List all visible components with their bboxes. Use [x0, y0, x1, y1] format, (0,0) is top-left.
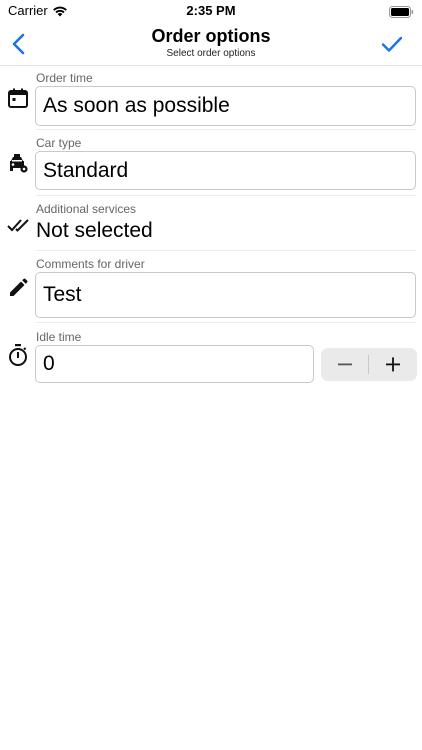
battery-icon: [389, 5, 414, 18]
plus-icon: [386, 357, 400, 372]
page-title: Order options: [151, 26, 271, 46]
navigation-bar: Order options Select order options: [0, 22, 422, 66]
order-time-row: Order time As soon as possible: [0, 66, 422, 130]
status-bar: Carrier 2:35 PM: [0, 0, 422, 22]
car-type-row: Car type Standard: [0, 130, 422, 196]
car-type-value: Standard: [43, 158, 129, 182]
additional-services-value: Not selected: [36, 219, 153, 242]
minus-icon: [338, 363, 352, 366]
calendar-icon: [7, 87, 29, 109]
comments-row: Comments for driver Test: [0, 251, 422, 323]
idle-time-row: Idle time 0: [0, 323, 422, 389]
page-subtitle: Select order options: [166, 48, 256, 59]
idle-time-stepper: [321, 348, 417, 381]
additional-services-label: Additional services: [36, 202, 137, 216]
idle-time-label: Idle time: [36, 330, 82, 344]
idle-time-field[interactable]: 0: [35, 345, 314, 383]
order-time-field[interactable]: As soon as possible: [35, 86, 416, 126]
double-check-icon: [7, 214, 29, 236]
car-settings-icon: [7, 152, 29, 174]
pencil-icon: [7, 277, 29, 299]
car-type-label: Car type: [36, 136, 82, 150]
order-time-value: As soon as possible: [43, 94, 230, 117]
increment-button[interactable]: [369, 348, 417, 381]
done-button[interactable]: [380, 32, 404, 56]
idle-time-value: 0: [43, 352, 55, 375]
car-type-field[interactable]: Standard: [35, 151, 416, 190]
order-time-label: Order time: [36, 71, 93, 85]
timer-icon: [7, 343, 29, 366]
comments-field[interactable]: Test: [35, 272, 416, 318]
comments-label: Comments for driver: [36, 257, 145, 271]
additional-services-row[interactable]: Additional services Not selected: [0, 196, 422, 251]
checkmark-icon: [381, 36, 403, 52]
comments-value: Test: [43, 283, 82, 306]
decrement-button[interactable]: [321, 348, 369, 381]
status-time: 2:35 PM: [186, 3, 236, 18]
